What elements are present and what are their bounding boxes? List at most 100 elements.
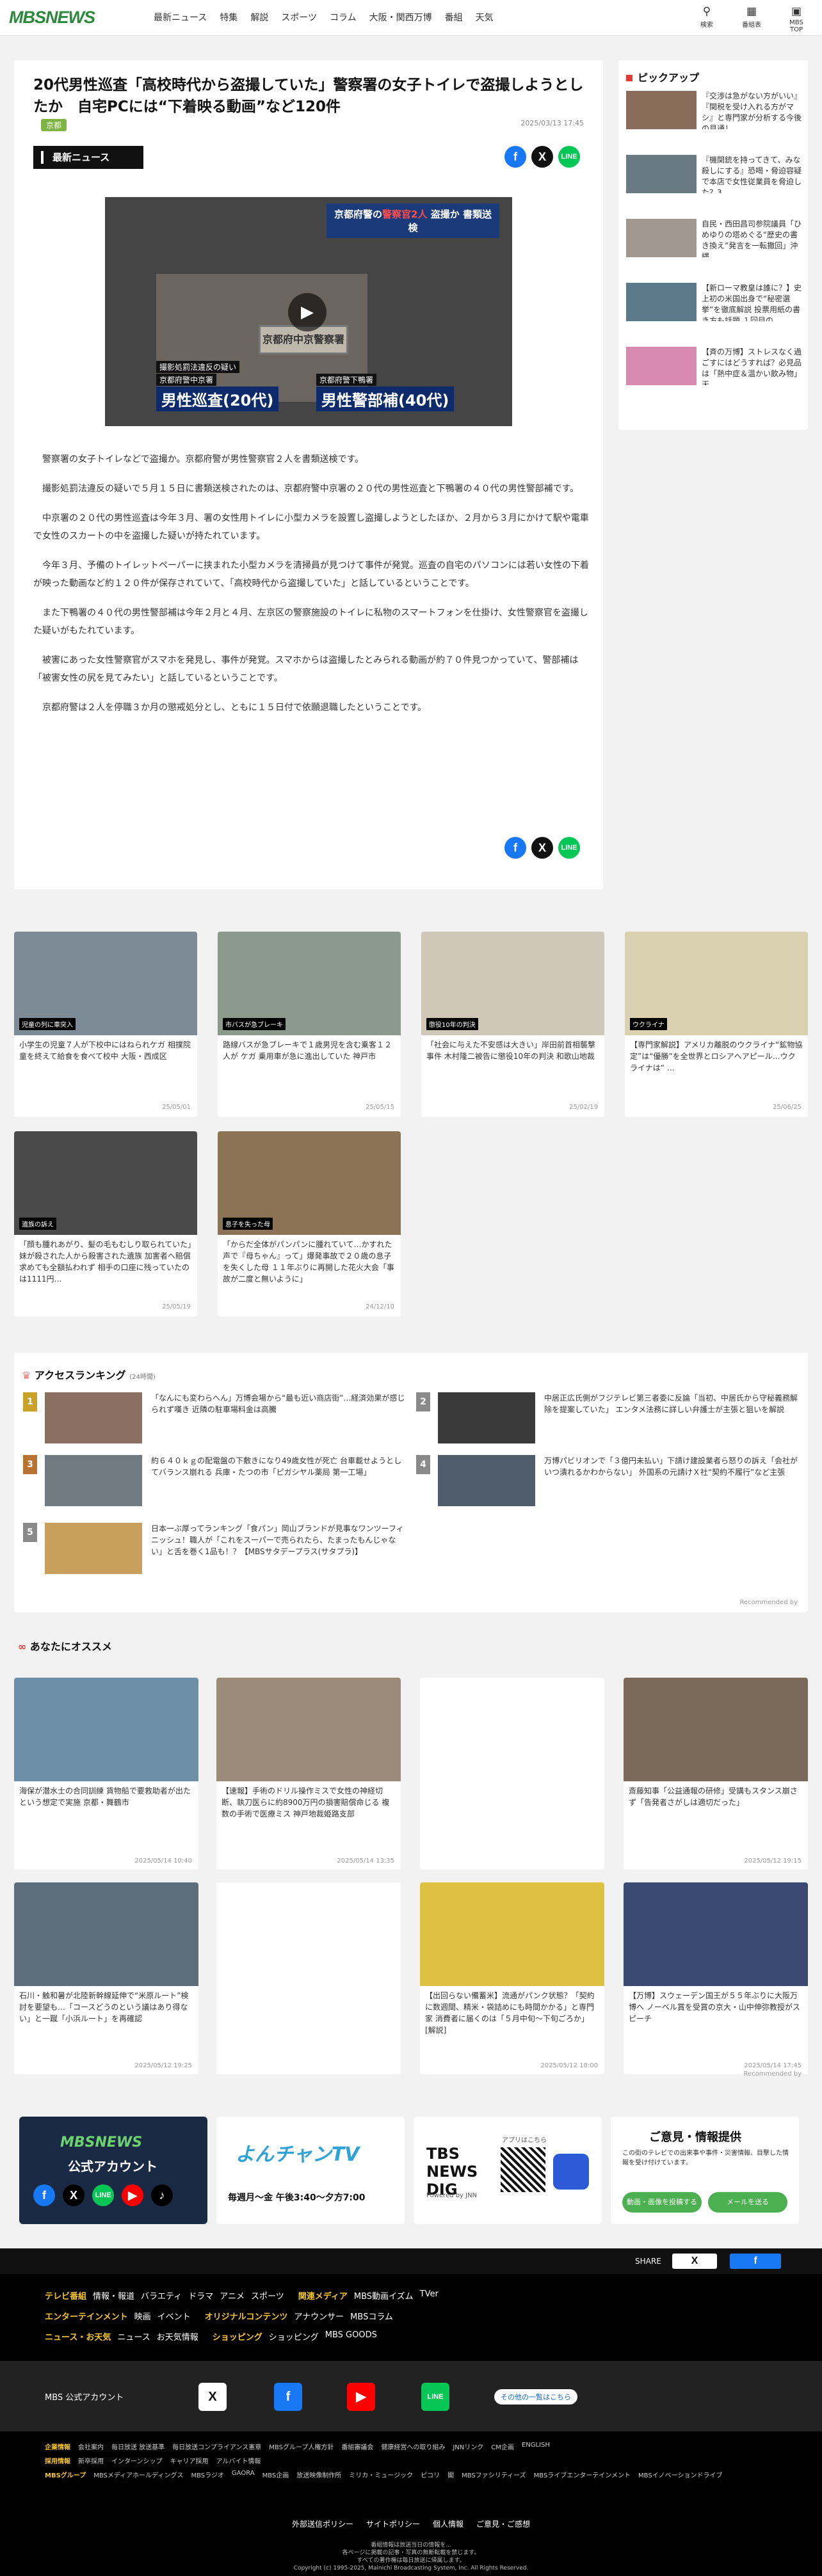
recommend-card[interactable]: 石川・触和暑が北陸新幹線延伸で“米原ルート”検討を要望も…「コースどうのという議… (14, 1882, 198, 2074)
line-share-icon[interactable]: LINE (558, 146, 580, 168)
footer-link[interactable]: アルバイト情報 (216, 2456, 261, 2465)
nav-column[interactable]: コラム (330, 11, 357, 24)
footer-link[interactable]: CM企画 (491, 2442, 514, 2451)
related-card[interactable]: 市バスが急ブレーキ 路線バスが急ブレーキで１歳男児を含む乗客１２人が ケガ 乗用車… (218, 932, 401, 1117)
nav-weather[interactable]: 天気 (476, 11, 494, 24)
footer-link[interactable]: お天気情報 (157, 2330, 198, 2342)
footer-link[interactable]: キャリア採用 (170, 2456, 209, 2465)
facebook-share-icon[interactable]: f (730, 2254, 781, 2269)
footer-link[interactable]: ミリカ・ミュージック (349, 2470, 413, 2479)
related-card[interactable]: 息子を失った母 「からだ全体がパンパンに腫れていて…かすれた声で『母ちゃん』って」… (218, 1131, 401, 1317)
x-share-icon[interactable]: X (672, 2254, 717, 2269)
footer-link[interactable]: 健康経営への取り組み (381, 2442, 445, 2451)
footer-link[interactable]: MBSライブエンターテインメント (534, 2470, 631, 2479)
related-card[interactable]: 遺族の訴え 「顔も腫れあがり、髪の毛もむしり取られていた」妹が殺された人から殺害さ… (14, 1131, 197, 1317)
footer-link[interactable]: ピコリ (421, 2470, 440, 2479)
ranking-item[interactable]: 2 中居正広氏側がフジテレビ第三者委に反論「当初、中居氏から守秘義務解除を提案して… (416, 1392, 800, 1443)
send-mail-button[interactable]: メールを送る (708, 2192, 787, 2213)
recommend-card[interactable]: 【速報】手術のドリル操作ミスで女性の神経切断、執刀医らに約8900万円の損害賠償… (216, 1678, 401, 1870)
nav-features[interactable]: 特集 (220, 11, 238, 24)
feedback-link[interactable]: ご意見・ご感想 (476, 2518, 530, 2529)
footer-link[interactable]: ニュース (117, 2330, 150, 2342)
related-card[interactable]: ウクライナ 【専門家解説】アメリカ離脱のウクライナ“鉱物協定”は“優勝”を全世界と… (625, 932, 808, 1117)
footer-link[interactable]: TVer (420, 2289, 439, 2302)
site-policy-link[interactable]: サイトポリシー (366, 2518, 420, 2529)
footer-link[interactable]: バラエティ (141, 2289, 182, 2302)
footer-link[interactable]: ENGLISH (522, 2442, 550, 2451)
nav-latest-news[interactable]: 最新ニュース (154, 11, 207, 24)
header-search[interactable]: ⚲ 検索 (693, 4, 721, 33)
pickup-item[interactable]: 『交渉は急がない方がいい』『関税を受け入れる方がマシ』と専門家が分析する今後の見… (626, 91, 803, 131)
video-player[interactable]: 京都府中京警察署 京都府警の警察官2人 盗撮か 書類送検 ▶ 撮影処罰法違反の疑… (105, 197, 512, 426)
footer-link[interactable]: 閣 (447, 2470, 454, 2479)
footer-link[interactable]: 毎日放送 放送基準 (111, 2442, 165, 2451)
footer-link[interactable]: MBSメディアホールディングス (93, 2470, 183, 2479)
footer-link[interactable]: ショッピング (269, 2330, 319, 2342)
nav-expo[interactable]: 大阪・関西万博 (369, 11, 432, 24)
recommend-card[interactable]: 海保が潜水士の合同訓練 貨物船で要救助者が出たという想定で実施 京都・舞鶴市 20… (14, 1678, 198, 1870)
footer-link[interactable]: 情報・報道 (93, 2289, 134, 2302)
related-card[interactable]: 懲役10年の判決 「社会に与えた不安感は大きい」岸田前首相襲撃事件 木村隆二被告に… (421, 932, 604, 1117)
footer-link[interactable]: 番組審議会 (341, 2442, 373, 2451)
nav-programs[interactable]: 番組 (445, 11, 463, 24)
footer-link[interactable]: アニメ (220, 2289, 245, 2302)
footer-link[interactable]: JNNリンク (453, 2442, 483, 2451)
footer-link[interactable]: MBS企画 (262, 2470, 289, 2479)
footer-link[interactable]: MBS GOODS (325, 2330, 377, 2342)
pickup-item[interactable]: 自民・西田昌司参院議員「ひめゆりの塔めぐる“歴史の書き換え”発言を一転撤回」沖縄… (626, 219, 803, 258)
pickup-item[interactable]: 【斉の万博】ストレスなく過ごすにはどうすれば？必見品は「熱中症＆温かい飲み物」天… (626, 347, 803, 386)
play-icon[interactable]: ▶ (288, 293, 326, 331)
recommend-card[interactable]: 【出回らない備蓄米】流通がパンク状態？「契約に数週間、精米・袋詰めにも時間かかる… (420, 1882, 604, 2074)
recommend-card[interactable]: 【万博】スウェーデン国王が５５年ぶりに大阪万博へ ノーベル賞を受賞の京大・山中伸… (624, 1882, 808, 2074)
header-mbs-top[interactable]: ▣ MBS TOP (782, 4, 810, 33)
ranking-item[interactable]: 4 万博パビリオンで「３億円未払い」下請け建設業者ら怒りの訴え「会社がいつ潰れるか… (416, 1455, 800, 1506)
nav-analysis[interactable]: 解説 (250, 11, 268, 24)
card-date: 2025/05/12 19:15 (744, 1857, 802, 1864)
banner-tbs-news-dig[interactable]: TBS NEWS DIG Powered by JNN アプリはこちら (414, 2117, 602, 2224)
facebook-share-icon[interactable]: f (504, 146, 526, 168)
footer-link[interactable]: MBSコラム (350, 2310, 393, 2322)
related-card[interactable]: 児童の列に車突入 小学生の児童７人が下校中にはねられケガ 相撲院童を終えて給食を食… (14, 932, 197, 1117)
banner-yonchan-tv[interactable]: よんチャンTV 毎週月〜金 午後3:40〜夕方7:00 (216, 2117, 405, 2224)
footer-link[interactable]: インターンシップ (111, 2456, 163, 2465)
footer-link[interactable]: MBS動画イズム (354, 2289, 414, 2302)
x-share-icon[interactable]: X (531, 146, 553, 168)
footer-link[interactable]: ドラマ (188, 2289, 213, 2302)
privacy-link[interactable]: 個人情報 (433, 2518, 463, 2529)
external-policy-link[interactable]: 外部送信ポリシー (292, 2518, 353, 2529)
post-media-button[interactable]: 動画・画像を投稿する (622, 2192, 702, 2213)
header-schedule[interactable]: ▦ 番組表 (737, 4, 766, 33)
banner-mbs-official[interactable]: MBSNEWS 公式アカウント f X LINE ▶ ♪ (19, 2117, 207, 2224)
youtube-icon[interactable]: ▶ (347, 2383, 375, 2411)
region-tag[interactable]: 京都 (41, 119, 67, 131)
line-icon[interactable]: LINE (421, 2383, 449, 2411)
footer-link[interactable]: アナウンサー (294, 2310, 344, 2322)
pickup-item[interactable]: 『機関銃を持ってきて、みな殺しにする』恐喝・脅迫容疑で本店で女性従業員を脅迫した… (626, 155, 803, 195)
footer-link[interactable]: 新卒採用 (78, 2456, 104, 2465)
site-logo[interactable]: MBSNEWS (9, 8, 95, 28)
footer-link[interactable]: MBSグループ人権方針 (269, 2442, 334, 2451)
nav-sports[interactable]: スポーツ (281, 11, 317, 24)
footer-link[interactable]: スポーツ (251, 2289, 284, 2302)
footer-link[interactable]: 会社案内 (78, 2442, 104, 2451)
more-accounts-link[interactable]: その他の一覧はこちら (494, 2389, 577, 2405)
pickup-item[interactable]: 【新ローマ教皇は誰に？】史上初の米国出身で“秘密選挙”を徹底解説 投票用紙の書き… (626, 283, 803, 322)
facebook-share-icon[interactable]: f (504, 837, 526, 859)
footer-link[interactable]: GAORA (232, 2470, 255, 2479)
footer-link[interactable]: 映画 (134, 2310, 151, 2322)
footer-link[interactable]: 毎日放送コンプライアンス憲章 (172, 2442, 261, 2451)
x-icon[interactable]: X (198, 2383, 227, 2411)
ranking-item[interactable]: 5 日本一ぶ厚ってランキング「食パン」岡山ブランドが見事なワンツーフィニッシュ！職… (23, 1523, 407, 1574)
footer-link[interactable]: MBSラジオ (191, 2470, 223, 2479)
ranking-item[interactable]: 3 約６４０ｋｇの配電盤の下敷きになり49歳女性が死亡 台車載せようとしてバランス… (23, 1455, 407, 1506)
recommend-card[interactable]: 斎藤知事「公益通報の研修」受講もスタンス崩さず「告発者さがしは適切だった」 202… (624, 1678, 808, 1870)
footer-link[interactable]: イベント (157, 2310, 191, 2322)
banner-tip-submission[interactable]: ご意見・情報提供 この街のテレビでの出来事や事件・災害情報、目撃した情報を受け付… (611, 2117, 799, 2224)
facebook-icon[interactable]: f (274, 2383, 302, 2411)
ranking-item[interactable]: 1 「なんにも変わらへん」万博会場から“最も近い商店街”…経済効果が感じられず嘆き… (23, 1392, 407, 1443)
footer-link[interactable]: MBSファシリティーズ (462, 2470, 526, 2479)
footer-link[interactable]: 放送映像制作所 (296, 2470, 341, 2479)
x-share-icon[interactable]: X (531, 837, 553, 859)
footer-link[interactable]: MBSイノベーションドライブ (638, 2470, 722, 2479)
line-share-icon[interactable]: LINE (558, 837, 580, 859)
